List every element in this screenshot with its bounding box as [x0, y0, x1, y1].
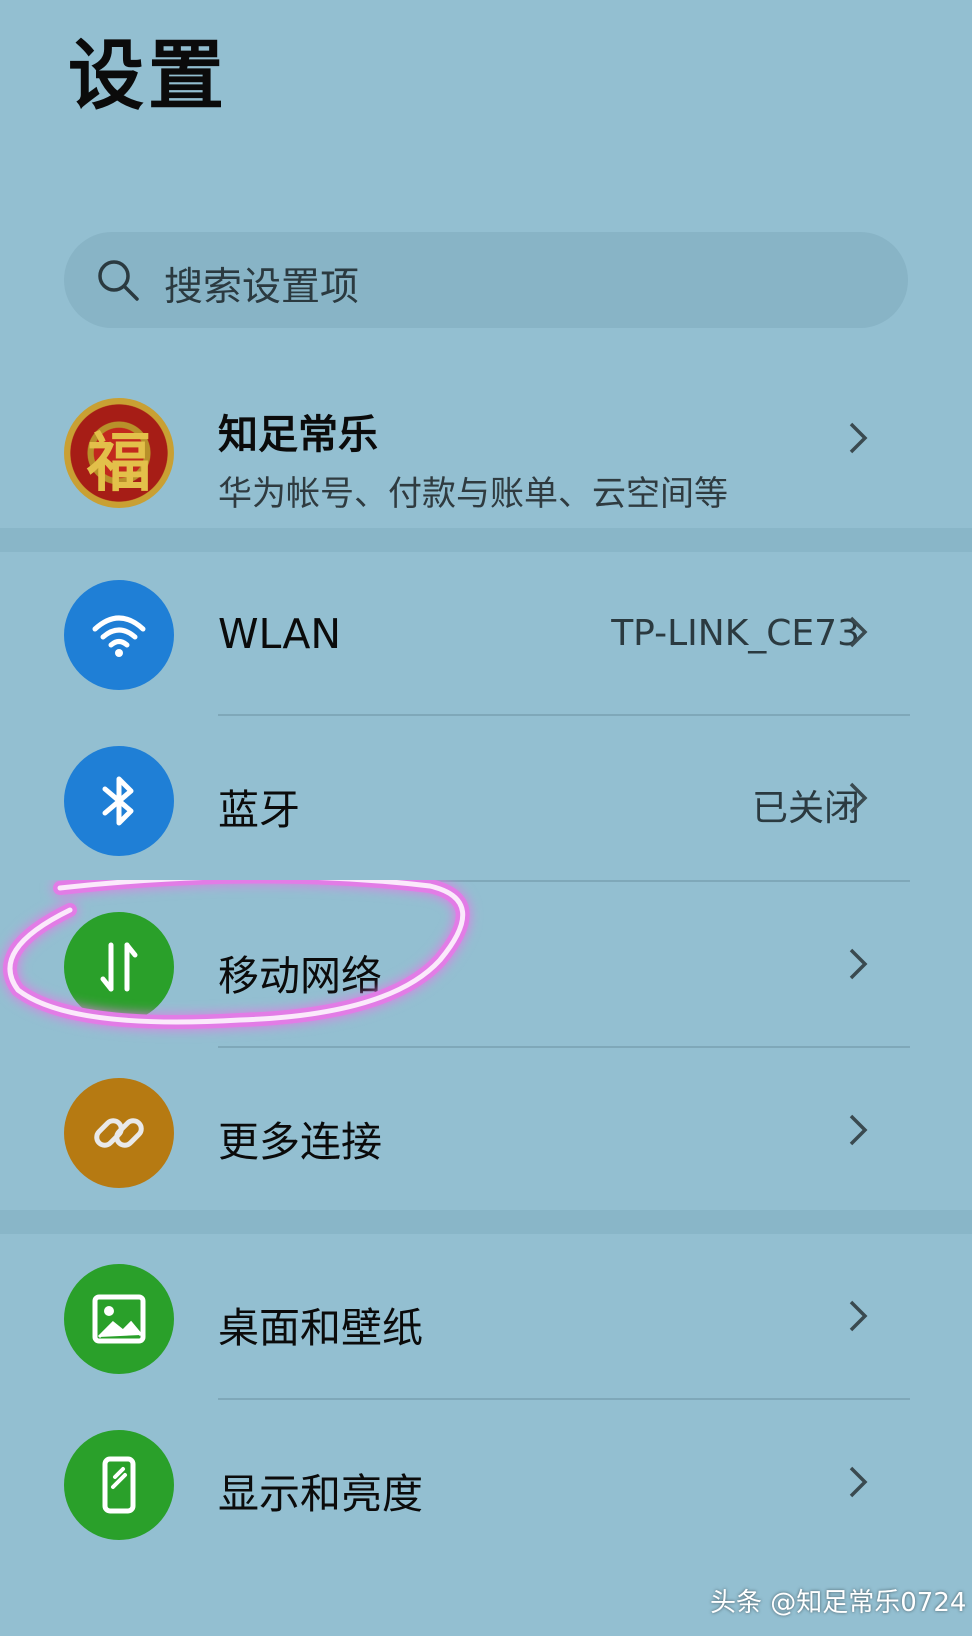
account-name: 知足常乐 — [218, 412, 378, 458]
display-label: 显示和亮度 — [218, 1470, 423, 1518]
watermark: 头条 @知足常乐0724 — [710, 1588, 967, 1618]
wallpaper-icon-badge — [64, 1264, 174, 1374]
chevron-right-icon — [849, 616, 868, 648]
wlan-value: TP-LINK_CE73 — [611, 613, 860, 654]
row-separator — [218, 1046, 910, 1048]
section-divider — [0, 528, 972, 552]
avatar[interactable]: 福 — [64, 398, 174, 508]
mobile-data-icon-badge — [64, 912, 174, 1022]
row-separator — [218, 1398, 910, 1400]
search-bar[interactable]: 搜索设置项 — [64, 232, 908, 328]
chevron-right-icon — [849, 782, 868, 814]
wallpaper-icon — [92, 1294, 146, 1344]
mobile-data-icon — [100, 942, 138, 992]
search-icon — [98, 260, 139, 301]
bluetooth-icon — [102, 776, 134, 826]
link-icon-badge — [64, 1078, 174, 1188]
search-placeholder: 搜索设置项 — [164, 265, 360, 310]
section-divider — [0, 1210, 972, 1234]
page-title: 设置 — [68, 31, 228, 120]
bluetooth-label: 蓝牙 — [218, 786, 300, 834]
bluetooth-icon-badge — [64, 746, 174, 856]
more-connections-label: 更多连接 — [218, 1118, 382, 1166]
row-separator — [218, 714, 910, 716]
row-separator — [218, 880, 910, 882]
link-icon — [94, 1118, 144, 1148]
chevron-right-icon — [849, 422, 868, 454]
chevron-right-icon — [849, 1300, 868, 1332]
phone-display-icon — [102, 1456, 136, 1514]
chevron-right-icon — [849, 1114, 868, 1146]
avatar-glyph: 福 — [87, 427, 151, 501]
chevron-right-icon — [849, 948, 868, 980]
wlan-label: WLAN — [218, 610, 342, 658]
wifi-icon — [92, 615, 146, 657]
mobile-network-label: 移动网络 — [218, 952, 382, 1000]
wifi-icon-badge — [64, 580, 174, 690]
phone-display-icon-badge — [64, 1430, 174, 1540]
account-subtitle: 华为帐号、付款与账单、云空间等 — [218, 474, 728, 514]
chevron-right-icon — [849, 1466, 868, 1498]
wallpaper-label: 桌面和壁纸 — [218, 1304, 423, 1352]
